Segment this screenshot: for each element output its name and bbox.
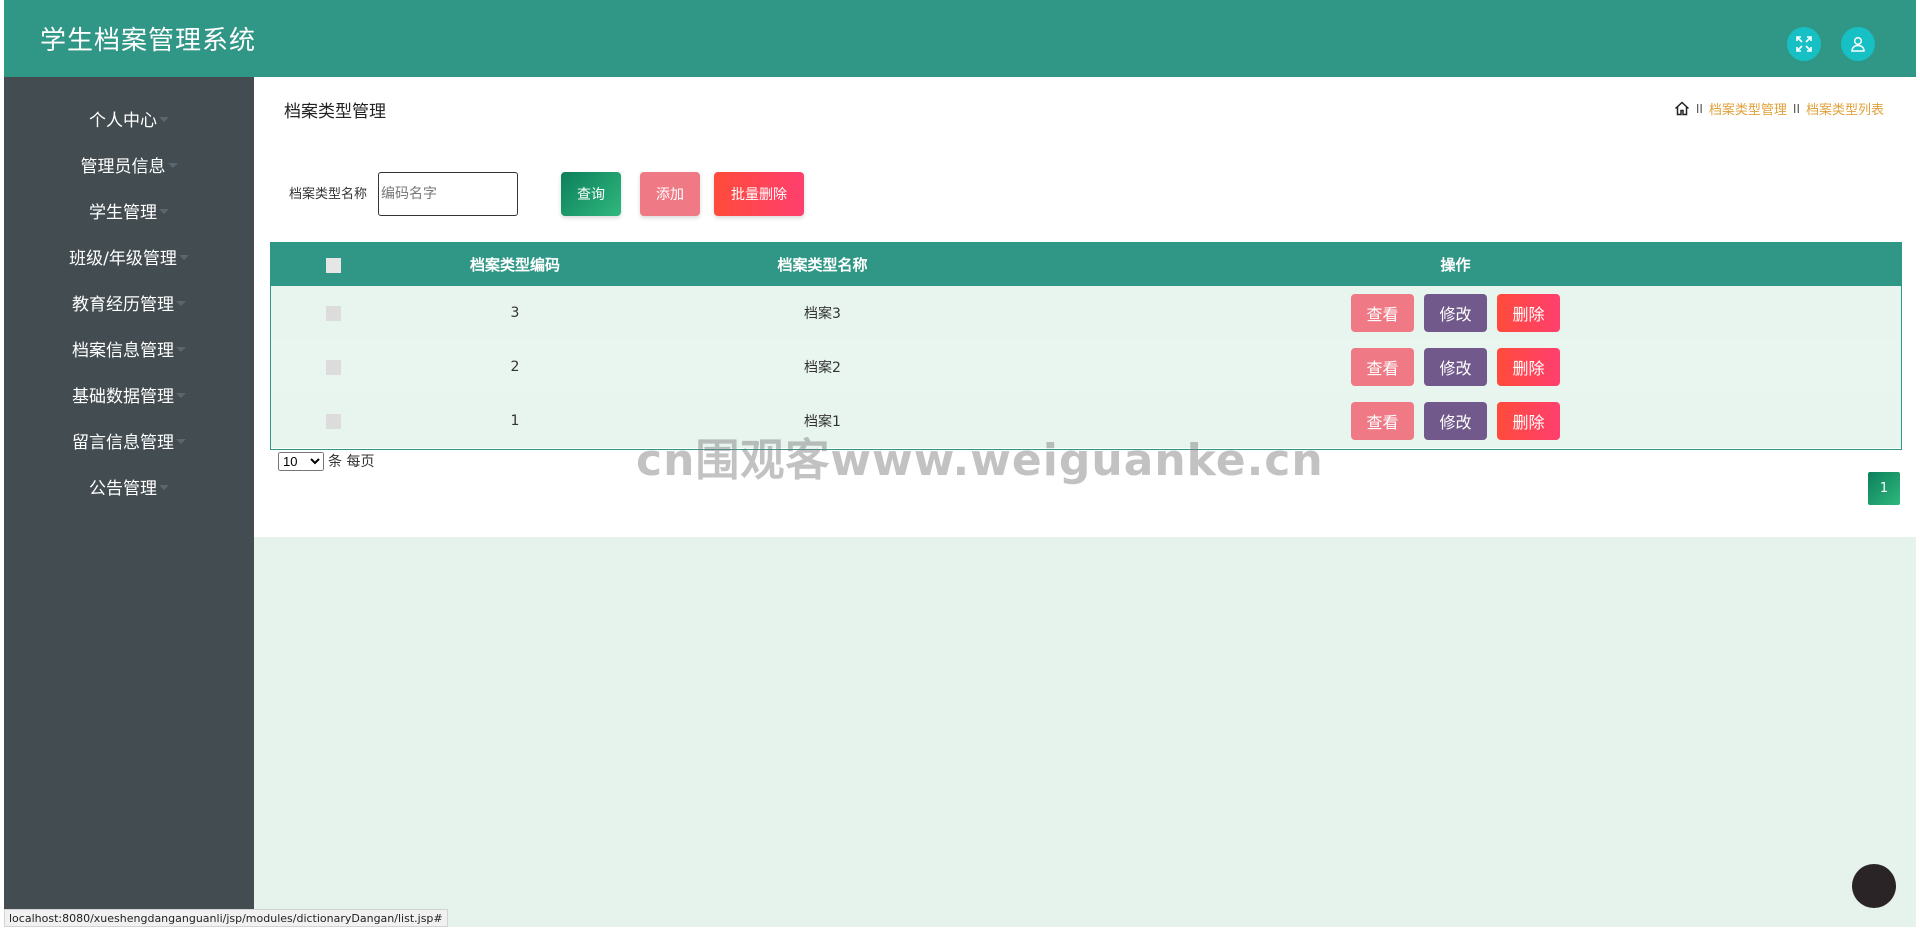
sidebar-item-admin-info[interactable]: 管理员信息 (4, 148, 254, 180)
pagination-page-1[interactable]: 1 (1868, 472, 1900, 505)
sidebar-item-label: 留言信息管理 (72, 432, 174, 453)
caret-down-icon (176, 300, 186, 306)
query-button[interactable]: 查询 (561, 172, 621, 216)
page-size-select[interactable]: 10 (278, 451, 324, 471)
caret-down-icon (159, 484, 169, 490)
app-window: 学生档案管理系统 个人中心 管理员信息 学生管理 班级/年级管理 教育经历管理 … (0, 0, 1920, 933)
sidebar-item-student-management[interactable]: 学生管理 (4, 194, 254, 226)
caret-down-icon (167, 162, 178, 168)
sidebar-item-message-info[interactable]: 留言信息管理 (4, 424, 254, 456)
table-row: 3 档案3 查看 修改 删除 (271, 286, 1901, 340)
expand-icon (1796, 36, 1812, 52)
row-checkbox[interactable] (325, 413, 341, 429)
sidebar-item-personal-center[interactable]: 个人中心 (4, 102, 254, 134)
cell-name: 档案3 (804, 306, 841, 322)
sidebar-item-announcement[interactable]: 公告管理 (4, 470, 254, 502)
user-button[interactable] (1841, 27, 1875, 61)
sidebar-item-basic-data[interactable]: 基础数据管理 (4, 378, 254, 410)
breadcrumb-separator: II (1695, 101, 1703, 116)
caret-down-icon (176, 392, 186, 398)
floating-action-button[interactable] (1852, 864, 1896, 908)
user-icon (1851, 36, 1865, 52)
app-title: 学生档案管理系统 (40, 26, 257, 56)
sidebar-item-label: 公告管理 (89, 478, 157, 499)
caret-down-icon (178, 254, 189, 260)
sidebar-item-label: 个人中心 (89, 110, 157, 131)
table-header-row: 档案类型编码 档案类型名称 操作 (271, 243, 1901, 286)
sidebar-nav: 个人中心 管理员信息 学生管理 班级/年级管理 教育经历管理 档案信息管理 基础… (4, 77, 254, 927)
status-bar-url: localhost:8080/xueshengdanganguanli/jsp/… (4, 909, 448, 927)
column-header-name: 档案类型名称 (777, 256, 868, 274)
edit-button[interactable]: 修改 (1424, 402, 1487, 440)
breadcrumb-archive-type-list[interactable]: 档案类型列表 (1806, 99, 1884, 118)
cell-code: 2 (510, 359, 520, 375)
sidebar-item-label: 班级/年级管理 (69, 248, 177, 269)
breadcrumb-separator: II (1792, 101, 1800, 116)
sidebar-item-label: 基础数据管理 (72, 386, 174, 407)
view-button[interactable]: 查看 (1351, 402, 1414, 440)
watermark: cn围观客www.weiguanke.cn (636, 435, 1324, 486)
edit-button[interactable]: 修改 (1424, 348, 1487, 386)
fullscreen-button[interactable] (1787, 27, 1821, 61)
sidebar-item-label: 学生管理 (89, 202, 157, 223)
add-button[interactable]: 添加 (640, 172, 700, 216)
sidebar-item-label: 管理员信息 (80, 156, 166, 177)
sidebar-item-education-history[interactable]: 教育经历管理 (4, 286, 254, 318)
select-all-checkbox[interactable] (325, 257, 341, 273)
sidebar-item-archive-info[interactable]: 档案信息管理 (4, 332, 254, 364)
caret-down-icon (159, 208, 169, 214)
edit-button[interactable]: 修改 (1424, 294, 1487, 332)
delete-button[interactable]: 删除 (1497, 348, 1560, 386)
page-size-control: 10 条 每页 (278, 451, 374, 471)
table-row: 2 档案2 查看 修改 删除 (271, 340, 1901, 394)
caret-down-icon (176, 346, 186, 352)
batch-delete-button[interactable]: 批量删除 (714, 172, 804, 216)
top-header: 学生档案管理系统 (4, 0, 1916, 77)
view-button[interactable]: 查看 (1351, 294, 1414, 332)
home-icon[interactable] (1674, 101, 1690, 116)
delete-button[interactable]: 删除 (1497, 402, 1560, 440)
cell-code: 1 (510, 413, 520, 429)
row-checkbox[interactable] (325, 305, 341, 321)
cell-code: 3 (510, 305, 520, 321)
main-content: 档案类型管理 II 档案类型管理 II 档案类型列表 档案类型名称 查询 添加 … (254, 77, 1916, 927)
sidebar-item-label: 档案信息管理 (72, 340, 174, 361)
column-header-code: 档案类型编码 (469, 256, 560, 274)
per-page-label: 条 每页 (328, 454, 375, 470)
caret-down-icon (159, 116, 169, 122)
row-checkbox[interactable] (325, 359, 341, 375)
delete-button[interactable]: 删除 (1497, 294, 1560, 332)
sidebar-item-class-grade-management[interactable]: 班级/年级管理 (4, 240, 254, 272)
breadcrumb-archive-type-management[interactable]: 档案类型管理 (1709, 99, 1787, 118)
column-header-actions: 操作 (1440, 256, 1471, 274)
archive-type-table: 档案类型编码 档案类型名称 操作 3 档案3 查看 修改 删除 2 档案2 查看… (270, 242, 1902, 450)
archive-type-name-input[interactable] (378, 172, 518, 216)
cell-name: 档案2 (804, 360, 841, 376)
view-button[interactable]: 查看 (1351, 348, 1414, 386)
breadcrumb: II 档案类型管理 II 档案类型列表 (1674, 99, 1884, 118)
sidebar-item-label: 教育经历管理 (72, 294, 174, 315)
caret-down-icon (176, 438, 186, 444)
page-title: 档案类型管理 (284, 102, 386, 122)
search-label: 档案类型名称 (289, 187, 368, 202)
